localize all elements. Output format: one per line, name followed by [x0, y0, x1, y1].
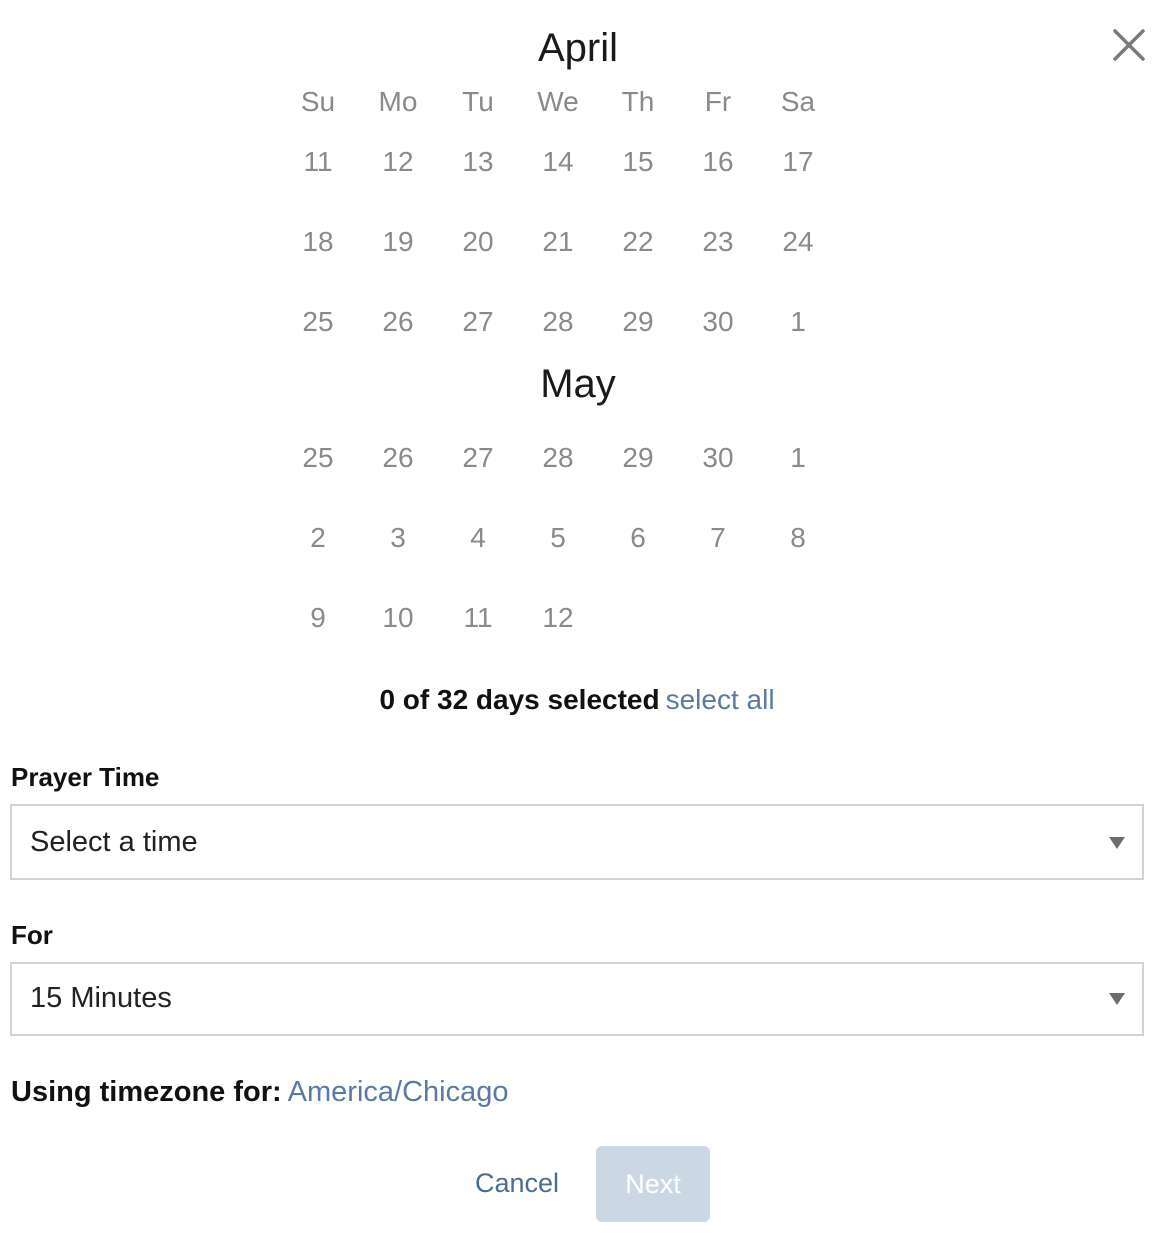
timezone-label: Using timezone for: — [11, 1076, 282, 1108]
prayer-time-label: Prayer Time — [11, 762, 160, 792]
calendar-day[interactable]: 26 — [358, 302, 438, 342]
april-week-1: 11 12 13 14 15 16 17 — [278, 142, 838, 182]
calendar-day[interactable]: 6 — [598, 518, 678, 558]
calendar-day[interactable]: 24 — [758, 222, 838, 262]
calendar-day[interactable]: 17 — [758, 142, 838, 182]
calendar-day[interactable]: 4 — [438, 518, 518, 558]
calendar-day[interactable]: 28 — [518, 438, 598, 478]
duration-select[interactable]: 15 Minutes — [10, 962, 1144, 1036]
calendar-day[interactable]: 11 — [438, 598, 518, 638]
calendar-day[interactable]: 29 — [598, 438, 678, 478]
calendar-day[interactable]: 23 — [678, 222, 758, 262]
calendar-day[interactable]: 30 — [678, 302, 758, 342]
calendar-day[interactable]: 19 — [358, 222, 438, 262]
weekday-label: Fr — [704, 86, 732, 117]
calendar-day[interactable]: 29 — [598, 302, 678, 342]
weekday-header: Su Mo Tu We Th Fr Sa — [278, 82, 838, 122]
weekday-label: Tu — [462, 86, 494, 117]
calendar-day[interactable]: 13 — [438, 142, 518, 182]
calendar-day[interactable]: 11 — [278, 142, 358, 182]
select-all-link[interactable]: select all — [666, 684, 775, 715]
month-title-may: May — [540, 362, 616, 406]
calendar-day[interactable]: 16 — [678, 142, 758, 182]
calendar-day[interactable]: 1 — [758, 438, 838, 478]
weekday-label: Sa — [780, 86, 816, 117]
calendar-day[interactable]: 27 — [438, 302, 518, 342]
duration-label: For — [11, 920, 53, 950]
calendar-day-empty — [678, 598, 758, 638]
calendar-day-empty — [758, 598, 838, 638]
close-icon — [1113, 29, 1145, 61]
may-week-1: 25 26 27 28 29 30 1 — [278, 438, 838, 478]
calendar-day[interactable]: 30 — [678, 438, 758, 478]
calendar-day[interactable]: 10 — [358, 598, 438, 638]
calendar-day[interactable]: 26 — [358, 438, 438, 478]
calendar-day[interactable]: 25 — [278, 302, 358, 342]
calendar-day[interactable]: 5 — [518, 518, 598, 558]
duration-value: 15 Minutes — [30, 982, 172, 1014]
calendar-day[interactable]: 21 — [518, 222, 598, 262]
weekday-label: We — [537, 86, 579, 117]
chevron-down-icon — [1109, 993, 1125, 1005]
cancel-button[interactable]: Cancel — [458, 1146, 576, 1220]
calendar-day[interactable]: 12 — [358, 142, 438, 182]
april-week-3: 25 26 27 28 29 30 1 — [278, 302, 838, 342]
calendar-day[interactable]: 22 — [598, 222, 678, 262]
weekday-label: Mo — [378, 86, 418, 117]
calendar-day[interactable]: 27 — [438, 438, 518, 478]
next-button[interactable]: Next — [596, 1146, 710, 1222]
weekday-label: Su — [300, 86, 336, 117]
month-title-april: April — [537, 26, 619, 70]
may-week-2: 2 3 4 5 6 7 8 — [278, 518, 838, 558]
calendar-day[interactable]: 3 — [358, 518, 438, 558]
calendar-day[interactable]: 9 — [278, 598, 358, 638]
calendar-day[interactable]: 8 — [758, 518, 838, 558]
calendar-day[interactable]: 1 — [758, 302, 838, 342]
calendar-day[interactable]: 18 — [278, 222, 358, 262]
selected-days-count: 0 of 32 days selected — [379, 684, 660, 715]
close-button[interactable] — [1110, 26, 1148, 64]
prayer-time-select[interactable]: Select a time — [10, 804, 1144, 880]
weekday-label: Th — [621, 86, 655, 117]
calendar-day[interactable]: 2 — [278, 518, 358, 558]
calendar-day[interactable]: 14 — [518, 142, 598, 182]
prayer-time-value: Select a time — [30, 826, 198, 858]
timezone-row: Using timezone for: America/Chicago — [11, 1072, 509, 1112]
timezone-link[interactable]: America/Chicago — [288, 1076, 509, 1108]
selection-summary: 0 of 32 days selected select all — [0, 682, 1154, 718]
april-week-2: 18 19 20 21 22 23 24 — [278, 222, 838, 262]
calendar-day[interactable]: 7 — [678, 518, 758, 558]
chevron-down-icon — [1109, 837, 1125, 849]
calendar-day[interactable]: 20 — [438, 222, 518, 262]
calendar-day[interactable]: 15 — [598, 142, 678, 182]
may-week-3: 9 10 11 12 — [278, 598, 838, 638]
calendar-day[interactable]: 28 — [518, 302, 598, 342]
calendar-day-empty — [598, 598, 678, 638]
calendar-day[interactable]: 12 — [518, 598, 598, 638]
calendar-day[interactable]: 25 — [278, 438, 358, 478]
